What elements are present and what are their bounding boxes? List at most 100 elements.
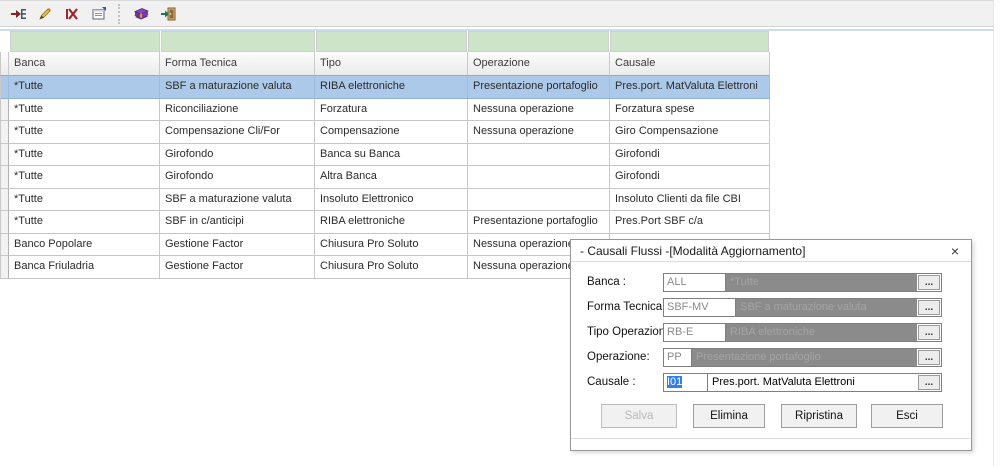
forma-tecnica-code-input[interactable]: SBF-MV xyxy=(664,299,736,316)
cell-operazione xyxy=(468,144,610,167)
filter-cell-banca[interactable] xyxy=(10,31,160,52)
cell-banca: Banco Popolare xyxy=(9,234,160,257)
filter-cell-operazione[interactable] xyxy=(468,31,609,52)
selected-text: I01 xyxy=(667,376,682,388)
cell-banca: *Tutte xyxy=(9,76,160,99)
column-header-tipo[interactable]: Tipo xyxy=(315,52,468,76)
cell-operazione: Presentazione portafoglio xyxy=(468,76,610,99)
operazione-browse-button[interactable]: ... xyxy=(918,350,940,365)
header-row: Banca Forma Tecnica Tipo Operazione Caus… xyxy=(0,52,770,76)
cell-banca: *Tutte xyxy=(9,144,160,167)
row-selector[interactable] xyxy=(0,211,9,234)
cell-causale: Pres.Port SBF c/a xyxy=(610,211,770,234)
banca-code-input[interactable]: ALL xyxy=(664,274,726,291)
cell-tipo: Chiusura Pro Soluto xyxy=(315,234,468,257)
table-row[interactable]: *Tutte Girofondo Banca su Banca Girofond… xyxy=(0,144,770,167)
forma-tecnica-browse-button[interactable]: ... xyxy=(918,300,940,315)
forma-tecnica-field-group: SBF-MV SBF a maturazione valuta ... xyxy=(663,298,942,317)
dialog-title: - Causali Flussi -[Modalità Aggiornament… xyxy=(571,240,971,262)
help-button[interactable] xyxy=(129,3,153,25)
row-selector[interactable] xyxy=(0,121,9,144)
causale-browse-button[interactable]: ... xyxy=(918,375,940,390)
row-selector[interactable] xyxy=(0,234,9,257)
column-header-causale[interactable]: Causale xyxy=(610,52,770,76)
cell-operazione: Nessuna operazione xyxy=(468,121,610,144)
esci-button[interactable]: Esci xyxy=(871,404,943,428)
cell-banca: *Tutte xyxy=(9,211,160,234)
column-header-banca[interactable]: Banca xyxy=(9,52,160,76)
filter-cell-tipo[interactable] xyxy=(316,31,468,52)
table-row[interactable]: *Tutte SBF a maturazione valuta Insoluto… xyxy=(0,189,770,212)
close-icon: × xyxy=(951,243,959,259)
cell-banca: *Tutte xyxy=(9,99,160,122)
operazione-code-input[interactable]: PP xyxy=(664,349,692,366)
banca-description: *Tutte xyxy=(726,274,917,291)
causale-description-input[interactable]: Pres.port. MatValuta Elettroni xyxy=(708,374,917,391)
cell-causale: Insoluto Clienti da file CBI xyxy=(610,189,770,212)
table-row[interactable]: *Tutte Riconciliazione Forzatura Nessuna… xyxy=(0,99,770,122)
exit-door-icon xyxy=(160,6,177,22)
filter-cell-forma-tecnica[interactable] xyxy=(161,31,315,52)
cell-tipo: Compensazione xyxy=(315,121,468,144)
row-selector[interactable] xyxy=(0,144,9,167)
cell-causale: Girofondi xyxy=(610,166,770,189)
cell-banca: *Tutte xyxy=(9,166,160,189)
close-button[interactable]: × xyxy=(944,241,966,261)
cell-forma-tecnica: Riconciliazione xyxy=(160,99,315,122)
row-selector[interactable] xyxy=(0,76,9,99)
properties-button[interactable] xyxy=(87,3,111,25)
delete-record-button[interactable] xyxy=(60,3,84,25)
row-selector[interactable] xyxy=(0,166,9,189)
banca-browse-button[interactable]: ... xyxy=(918,275,940,290)
cell-causale: Forzatura spese xyxy=(610,99,770,122)
cell-operazione: Presentazione portafoglio xyxy=(468,211,610,234)
cell-banca: Banca Friuladria xyxy=(9,256,160,279)
causali-flussi-dialog: - Causali Flussi -[Modalità Aggiornament… xyxy=(570,239,972,451)
exit-button[interactable] xyxy=(156,3,180,25)
causale-field-group: I01 Pres.port. MatValuta Elettroni ... xyxy=(663,373,942,392)
cell-forma-tecnica: Girofondo xyxy=(160,166,315,189)
cell-causale: Giro Compensazione xyxy=(610,121,770,144)
cell-forma-tecnica: SBF in c/anticipi xyxy=(160,211,315,234)
cell-tipo: Banca su Banca xyxy=(315,144,468,167)
toolbar-separator xyxy=(118,4,123,24)
window-right-edge xyxy=(993,0,994,466)
table-row[interactable]: *Tutte Compensazione Cli/For Compensazio… xyxy=(0,121,770,144)
cell-tipo: Forzatura xyxy=(315,99,468,122)
cell-banca: *Tutte xyxy=(9,121,160,144)
edit-record-button[interactable] xyxy=(33,3,57,25)
column-header-operazione[interactable]: Operazione xyxy=(468,52,610,76)
tipo-operazione-description: RIBA elettroniche xyxy=(726,324,917,341)
filter-row xyxy=(0,31,770,52)
ripristina-button[interactable]: Ripristina xyxy=(781,404,857,428)
dialog-footer-divider xyxy=(571,438,971,439)
table-row[interactable]: *Tutte Girofondo Altra Banca Girofondi xyxy=(0,166,770,189)
insert-record-icon xyxy=(10,6,27,22)
cell-forma-tecnica: Gestione Factor xyxy=(160,256,315,279)
row-selector[interactable] xyxy=(0,99,9,122)
causale-code-input[interactable]: I01 xyxy=(664,374,708,391)
salva-button[interactable]: Salva xyxy=(601,404,677,428)
delete-x-icon xyxy=(64,6,80,22)
table-row[interactable]: *Tutte SBF a maturazione valuta RIBA ele… xyxy=(0,76,770,99)
toolbar xyxy=(0,0,993,27)
cell-tipo: Altra Banca xyxy=(315,166,468,189)
filter-gutter xyxy=(0,31,9,52)
table-row[interactable]: *Tutte SBF in c/anticipi RIBA elettronic… xyxy=(0,211,770,234)
properties-form-icon xyxy=(91,6,107,22)
forma-tecnica-description: SBF a maturazione valuta xyxy=(736,299,917,316)
header-gutter xyxy=(0,52,9,76)
filter-cell-causale[interactable] xyxy=(610,31,769,52)
app-window: { "toolbar": { "browse_label": "...", "c… xyxy=(0,0,1000,466)
cell-forma-tecnica: SBF a maturazione valuta xyxy=(160,189,315,212)
column-header-forma-tecnica[interactable]: Forma Tecnica xyxy=(160,52,315,76)
cell-forma-tecnica: Gestione Factor xyxy=(160,234,315,257)
row-selector[interactable] xyxy=(0,189,9,212)
cell-tipo: RIBA elettroniche xyxy=(315,211,468,234)
tipo-operazione-browse-button[interactable]: ... xyxy=(918,325,940,340)
row-selector[interactable] xyxy=(0,256,9,279)
elimina-button[interactable]: Elimina xyxy=(693,404,765,428)
help-book-icon xyxy=(133,6,150,22)
insert-record-button[interactable] xyxy=(6,3,30,25)
tipo-operazione-code-input[interactable]: RB-E xyxy=(664,324,726,341)
